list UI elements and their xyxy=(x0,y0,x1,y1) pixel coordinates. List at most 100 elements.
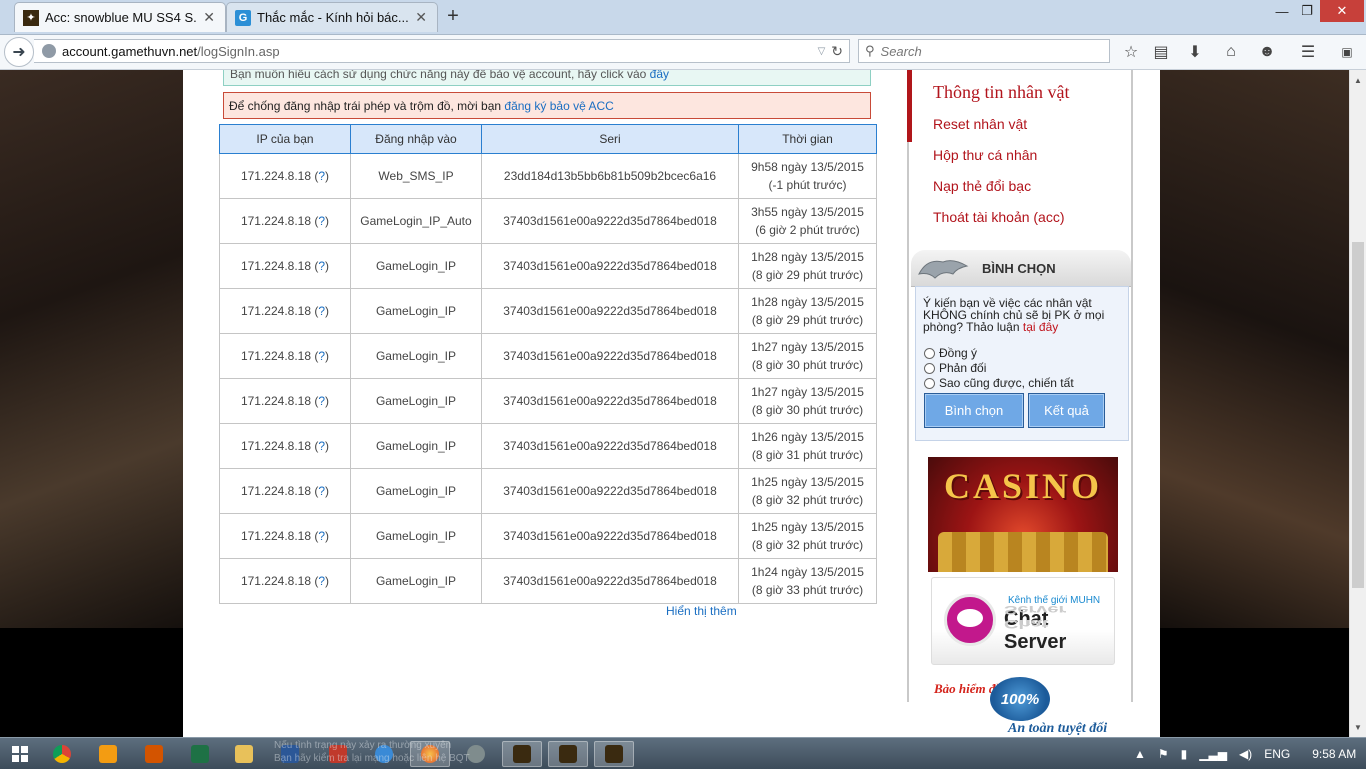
ip-info-link[interactable]: ? xyxy=(318,304,325,318)
mu-game-taskbar-icon[interactable] xyxy=(502,741,542,767)
scroll-down-icon[interactable]: ▼ xyxy=(1350,719,1366,735)
table-row: 171.224.8.18 (?) GameLogin_IP 37403d1561e0… xyxy=(219,243,877,289)
ip-info-link[interactable]: ? xyxy=(318,259,325,273)
clock[interactable]: 9:58 AM xyxy=(1312,747,1356,761)
ip-info-link[interactable]: ? xyxy=(318,394,325,408)
ip-info-link[interactable]: ? xyxy=(318,349,325,363)
time-cell: 9h58 ngày 13/5/2015 (-1 phút trước) xyxy=(738,153,877,199)
menu-icon[interactable]: ☰ xyxy=(1297,41,1319,63)
minimize-button[interactable]: — xyxy=(1270,0,1294,22)
radio-button[interactable] xyxy=(924,377,935,389)
flag-icon[interactable]: ⚑ xyxy=(1158,747,1169,761)
chat-server-ad[interactable]: Kênh thế giới MUHN Chat Server Chat Serv… xyxy=(931,577,1115,665)
scroll-thumb[interactable] xyxy=(1352,242,1364,588)
home-icon[interactable]: ⌂ xyxy=(1220,41,1242,63)
vote-option-label: Đồng ý xyxy=(939,346,978,360)
login-history-table: IP của bạn Đăng nhập vào Seri Thời gian … xyxy=(219,124,877,604)
time-ago: (8 giờ 33 phút trước) xyxy=(751,583,864,597)
time-value: 1h25 ngày 13/5/2015 xyxy=(751,475,864,489)
guarantee-ad[interactable]: Bảo hiểm đồ 100% An toàn tuyệt đối xyxy=(928,675,1118,736)
inbox-link[interactable]: Hộp thư cá nhân xyxy=(933,147,1037,163)
signal-icon[interactable]: ▁▃▅ xyxy=(1199,747,1227,761)
login-type-cell: GameLogin_IP_Auto xyxy=(350,198,482,244)
time-ago: (8 giờ 32 phút trước) xyxy=(751,493,864,507)
login-type-cell: GameLogin_IP xyxy=(350,558,482,604)
vote-option-agree[interactable]: Đồng ý xyxy=(924,346,977,360)
sidebar-accent-bar xyxy=(907,70,912,142)
time-cell: 1h28 ngày 13/5/2015 (8 giờ 29 phút trước) xyxy=(738,288,877,334)
g-site-icon: G xyxy=(235,9,251,26)
radio-button[interactable] xyxy=(924,362,935,374)
reset-character-link[interactable]: Reset nhân vật xyxy=(933,116,1027,132)
scroll-up-icon[interactable]: ▲ xyxy=(1350,72,1366,88)
media-player-taskbar-icon[interactable] xyxy=(88,741,128,767)
page-scrollbar[interactable]: ▲ ▼ xyxy=(1349,70,1366,737)
logout-link[interactable]: Thoát tài khoản (acc) xyxy=(933,209,1065,225)
maximize-button[interactable]: ❐ xyxy=(1295,0,1319,22)
column-header-seri: Seri xyxy=(481,124,739,154)
close-window-button[interactable]: ✕ xyxy=(1320,0,1364,22)
column-header-time: Thời gian xyxy=(738,124,877,154)
extension-icon[interactable]: ▣ xyxy=(1336,41,1358,63)
tab-account[interactable]: ✦ Acc: snowblue MU SS4 S... ✕ xyxy=(14,2,226,32)
ip-info-link[interactable]: ? xyxy=(318,529,325,543)
mu-game-taskbar-icon[interactable] xyxy=(594,741,634,767)
file-explorer-taskbar-icon[interactable] xyxy=(224,741,264,767)
show-more-link[interactable]: Hiển thị thêm xyxy=(666,604,737,618)
time-ago: (8 giờ 29 phút trước) xyxy=(751,313,864,327)
battery-icon[interactable]: ▮ xyxy=(1181,747,1188,761)
excel-taskbar-icon[interactable] xyxy=(180,741,220,767)
bookmark-star-icon[interactable]: ☆ xyxy=(1120,41,1142,63)
reload-icon[interactable]: ↻ xyxy=(831,43,843,60)
register-protection-link[interactable]: đăng ký bảo vệ ACC xyxy=(504,99,613,113)
new-tab-button[interactable]: + xyxy=(442,5,464,28)
chat-icon[interactable]: ☻ xyxy=(1256,41,1278,63)
mu-game-taskbar-icon[interactable] xyxy=(548,741,588,767)
start-button[interactable] xyxy=(0,741,40,767)
login-type-cell: GameLogin_IP xyxy=(350,468,482,514)
url-path: /logSignIn.asp xyxy=(197,43,280,59)
time-value: 1h28 ngày 13/5/2015 xyxy=(751,250,864,264)
casino-ad-banner[interactable]: CASINO xyxy=(928,457,1118,572)
ip-value: 171.224.8.18 xyxy=(240,259,312,273)
vote-option-any[interactable]: Sao cũng được, chiến tất xyxy=(924,376,1074,390)
url-bar[interactable]: account.gamethuvn.net/logSignIn.asp ▽ ↻ xyxy=(34,39,850,63)
ip-value: 171.224.8.18 xyxy=(240,529,312,543)
discussion-link[interactable]: tại đây xyxy=(1023,320,1058,334)
office-taskbar-icon[interactable] xyxy=(134,741,174,767)
back-button[interactable]: ➜ xyxy=(4,37,34,67)
close-icon[interactable]: ✕ xyxy=(415,9,427,26)
download-icon[interactable]: ⬇ xyxy=(1184,41,1206,63)
radio-button[interactable] xyxy=(924,347,935,359)
volume-icon[interactable]: ◀) xyxy=(1239,747,1252,761)
vote-button[interactable]: Bình chọn xyxy=(924,393,1024,428)
search-input[interactable]: ⚲ Search xyxy=(858,39,1110,63)
help-link[interactable]: đây xyxy=(650,70,669,81)
ip-info-link[interactable]: ? xyxy=(318,574,325,588)
login-type-cell: GameLogin_IP xyxy=(350,513,482,559)
arrow-left-icon: ➜ xyxy=(12,44,26,61)
ip-info-link[interactable]: ? xyxy=(318,484,325,498)
show-hidden-icons-icon[interactable]: ▲ xyxy=(1134,747,1146,761)
ip-value: 171.224.8.18 xyxy=(240,349,312,363)
dropdown-icon[interactable]: ▽ xyxy=(818,46,826,57)
close-icon[interactable]: ✕ xyxy=(203,9,215,26)
ip-info-link[interactable]: ? xyxy=(318,169,325,183)
tab-question[interactable]: G Thắc mắc - Kính hỏi bác... ✕ xyxy=(226,2,438,32)
time-cell: 1h26 ngày 13/5/2015 (8 giờ 31 phút trước) xyxy=(738,423,877,469)
vote-option-disagree[interactable]: Phản đối xyxy=(924,361,986,375)
results-button[interactable]: Kết quả xyxy=(1028,393,1105,428)
seri-cell: 37403d1561e00a9222d35d7864bed018 xyxy=(481,423,739,469)
reading-list-icon[interactable]: ▤ xyxy=(1150,41,1172,63)
security-warning-text: Để chống đăng nhập trái phép và trộm đồ,… xyxy=(229,99,502,113)
time-value: 1h27 ngày 13/5/2015 xyxy=(751,385,864,399)
ip-cell: 171.224.8.18 (?) xyxy=(219,288,351,334)
faded-notification: Nếu tình trạng này xảy ra thường xuyên B… xyxy=(274,739,504,765)
time-cell: 3h55 ngày 13/5/2015 (6 giờ 2 phút trước) xyxy=(738,198,877,244)
top-up-link[interactable]: Nạp thẻ đổi bạc xyxy=(933,178,1031,194)
language-indicator[interactable]: ENG xyxy=(1264,747,1290,761)
vote-header: BÌNH CHỌN xyxy=(911,250,1131,287)
chrome-taskbar-icon[interactable] xyxy=(42,741,82,767)
ip-info-link[interactable]: ? xyxy=(318,214,325,228)
ip-info-link[interactable]: ? xyxy=(318,439,325,453)
